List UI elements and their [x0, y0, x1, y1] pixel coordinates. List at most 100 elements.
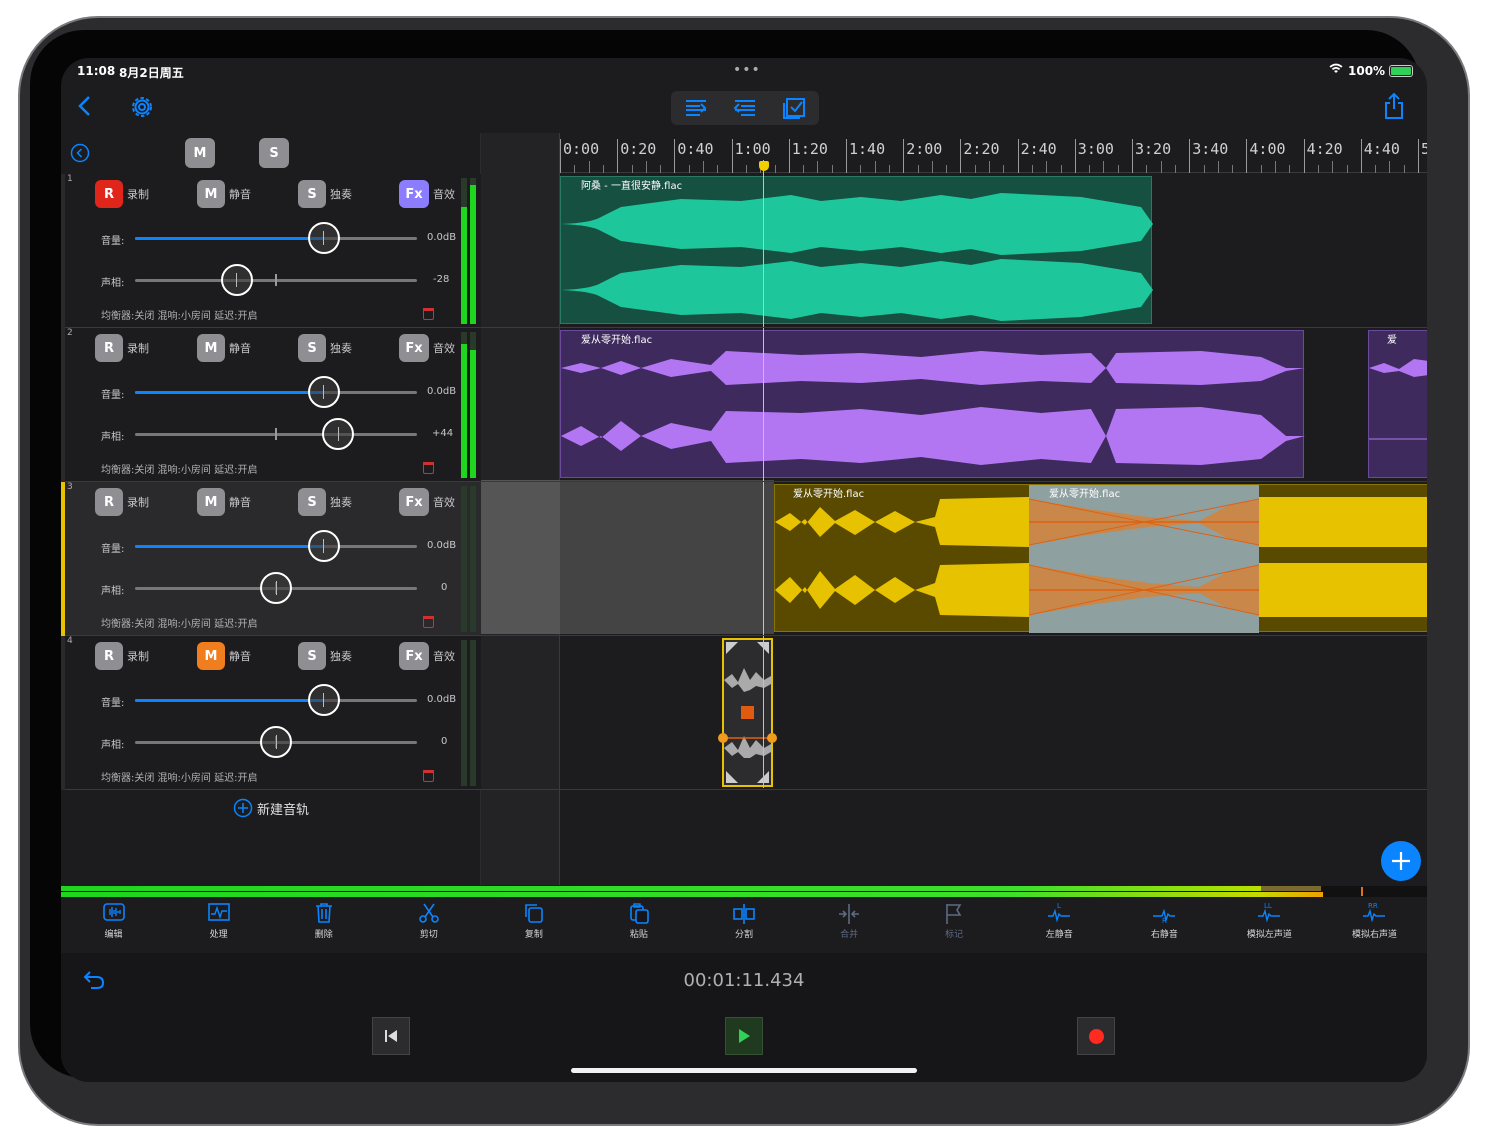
clip-track1[interactable]: 阿桑 - 一直很安静.flac	[560, 176, 1153, 324]
delete-track-icon[interactable]	[423, 616, 434, 628]
volume-slider[interactable]	[135, 391, 417, 394]
volume-knob[interactable]	[307, 376, 340, 408]
copy-icon	[525, 904, 543, 923]
volume-knob[interactable]	[307, 222, 340, 254]
track-meter-right	[470, 178, 476, 324]
delete-track-icon[interactable]	[423, 462, 434, 474]
ruler-minor-tick	[817, 161, 819, 173]
tool-split[interactable]: 分割	[691, 901, 796, 953]
mute-all-button[interactable]: M	[185, 138, 215, 168]
solo-all-button[interactable]: S	[259, 138, 289, 168]
solo-button[interactable]: S 独奏	[298, 488, 352, 516]
ruler-minor-tick	[1275, 161, 1276, 173]
rewind-button[interactable]	[372, 1017, 410, 1055]
record-arm-button[interactable]: R 录制	[95, 334, 149, 362]
playhead-handle[interactable]	[759, 161, 769, 171]
ruler-minor-tick	[1203, 165, 1205, 173]
fx-button[interactable]: Fx 音效	[399, 180, 455, 208]
play-button[interactable]	[725, 1017, 763, 1055]
track-lane-divider	[481, 327, 1427, 328]
ruler-minor-tick	[745, 165, 747, 173]
stop-preview-icon[interactable]	[741, 706, 754, 719]
view-mode-group	[671, 91, 819, 125]
solo-button[interactable]: S 独奏	[298, 334, 352, 362]
tool-left-channel[interactable]: LL 模拟左声道	[1217, 901, 1322, 953]
pan-knob[interactable]	[260, 726, 292, 758]
clip-track4-selected[interactable]	[718, 638, 777, 787]
track-color-bar	[61, 328, 65, 482]
tool-copy[interactable]: 复制	[481, 901, 586, 953]
record-arm-button[interactable]: R 录制	[95, 488, 149, 516]
new-track-button[interactable]: 新建音轨	[233, 798, 309, 818]
fade-in-bottom-handle-icon[interactable]	[726, 771, 738, 783]
align-right-icon[interactable]	[684, 98, 708, 118]
mute-button[interactable]: M 静音	[197, 180, 251, 208]
clip-track3[interactable]: 爱从零开始.flac 爱从零开始.flac	[774, 484, 1427, 633]
ruler-minor-tick	[645, 161, 647, 173]
fx-button[interactable]: Fx 音效	[399, 334, 455, 362]
mute-button[interactable]: M 静音	[197, 334, 251, 362]
add-clip-button[interactable]	[1381, 841, 1421, 881]
track-number: 2	[67, 328, 73, 338]
solo-button[interactable]: S 独奏	[298, 642, 352, 670]
clip-track2[interactable]: 爱从零开始.flac	[560, 330, 1305, 478]
playhead[interactable]	[763, 160, 764, 788]
volume-knob[interactable]	[307, 684, 340, 716]
volume-slider[interactable]	[135, 237, 417, 240]
tool-trash[interactable]: 删除	[271, 901, 376, 953]
delete-track-icon[interactable]	[423, 308, 434, 320]
volume-slider[interactable]	[135, 699, 417, 702]
track-meter-left	[461, 640, 467, 786]
tool-scissors[interactable]: 剪切	[376, 901, 481, 953]
record-arm-button[interactable]: R 录制	[95, 180, 149, 208]
tool-paste[interactable]: 粘贴	[586, 901, 691, 953]
mute-button[interactable]: M 静音	[197, 488, 251, 516]
settings-button[interactable]	[129, 94, 155, 124]
ruler-tick: 3:40	[1189, 139, 1228, 173]
ruler-minor-tick	[946, 165, 948, 173]
tool-right-channel[interactable]: RR 模拟右声道	[1322, 901, 1427, 953]
track-meter-right	[470, 486, 476, 632]
record-button[interactable]	[1077, 1017, 1115, 1055]
record-arm-button[interactable]: R 录制	[95, 642, 149, 670]
ruler-tick: 0:00	[560, 139, 599, 173]
clip-track3-selection[interactable]: 爱从零开始.flac	[1029, 485, 1259, 633]
select-all-icon[interactable]	[782, 97, 806, 119]
align-left-icon[interactable]	[733, 98, 757, 118]
tool-right-mute[interactable]: R 右静音	[1112, 901, 1217, 953]
tool-flag[interactable]: 标记	[902, 901, 1007, 953]
home-indicator[interactable]	[571, 1068, 917, 1073]
collapse-mixer-button[interactable]	[70, 143, 90, 167]
multitask-dots-icon[interactable]: •••	[733, 62, 761, 78]
track-lane-divider	[481, 481, 1427, 482]
master-level-meter	[61, 886, 1427, 897]
clip-track2b[interactable]: 爱	[1368, 330, 1427, 478]
undo-button[interactable]	[81, 968, 107, 996]
playback-time: 00:01:11.434	[683, 970, 805, 991]
delete-track-icon[interactable]	[423, 770, 434, 782]
mute-pill: M	[197, 488, 225, 516]
pan-label: 声相:	[101, 432, 125, 443]
chevron-left-circle-icon	[70, 143, 90, 163]
solo-button[interactable]: S 独奏	[298, 180, 352, 208]
tool-process[interactable]: 处理	[166, 901, 271, 953]
mute-button[interactable]: M 静音	[197, 642, 251, 670]
volume-slider[interactable]	[135, 545, 417, 548]
tool-left-mute[interactable]: L 左静音	[1007, 901, 1112, 953]
time-ruler[interactable]: 0:00 0:20 0:40 1:00 1:20 1:40 2:00 2:20 2:40 3:00…	[560, 133, 1427, 173]
fade-in-handle-icon[interactable]	[726, 642, 738, 654]
back-button[interactable]	[77, 95, 93, 121]
pan-knob[interactable]	[322, 418, 355, 450]
pan-knob[interactable]	[220, 264, 253, 296]
gain-handle-right[interactable]	[767, 733, 777, 743]
tool-merge[interactable]: 合并	[797, 901, 902, 953]
gain-handle-left[interactable]	[718, 733, 728, 743]
ruler-tick-label: 1:00	[734, 140, 771, 158]
fx-button[interactable]: Fx 音效	[399, 642, 455, 670]
tool-waveform[interactable]: 编辑	[61, 901, 166, 953]
pan-knob[interactable]	[260, 572, 292, 604]
fx-button[interactable]: Fx 音效	[399, 488, 455, 516]
share-button[interactable]	[1383, 92, 1405, 124]
mute-label: 静音	[229, 496, 251, 509]
volume-knob[interactable]	[307, 530, 340, 562]
